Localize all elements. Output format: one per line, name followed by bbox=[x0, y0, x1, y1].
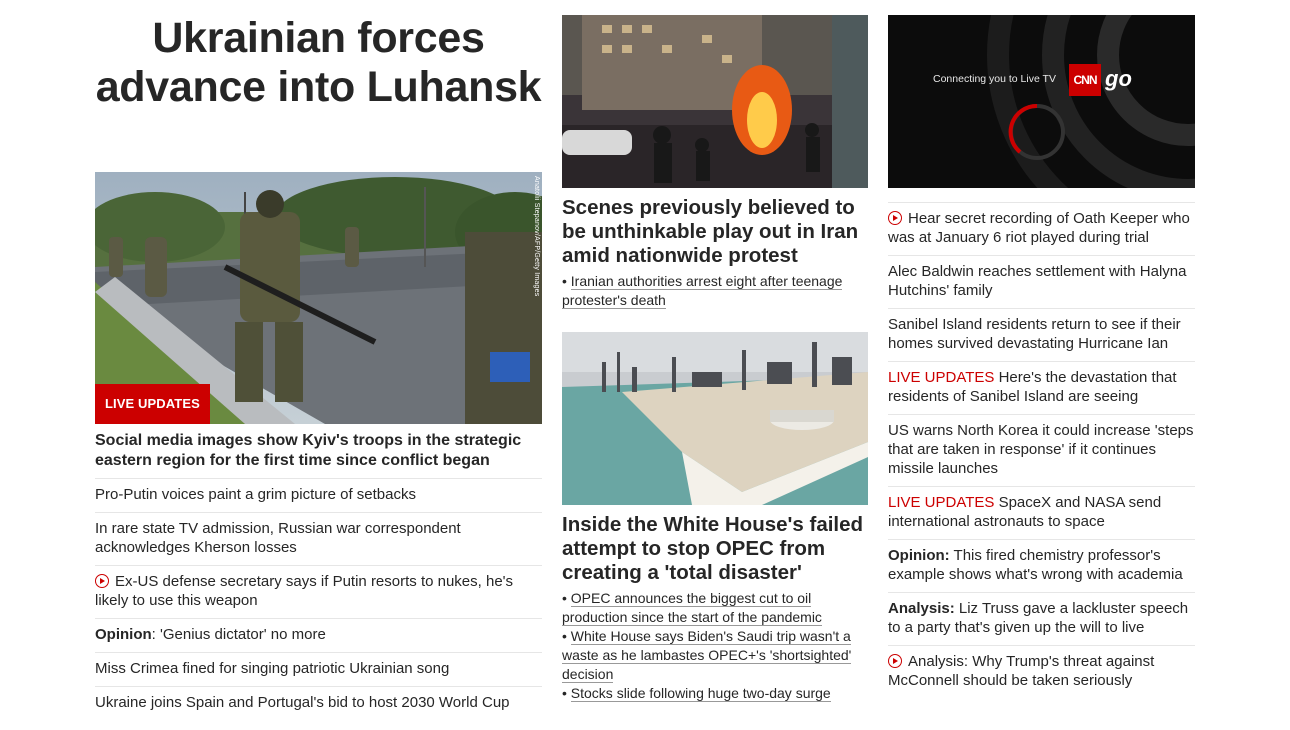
list-item[interactable]: LIVE UPDATES Here's the devastation that… bbox=[888, 361, 1195, 414]
list-item[interactable]: • OPEC announces the biggest cut to oil … bbox=[562, 589, 868, 627]
go-logo: go bbox=[1105, 66, 1132, 91]
list-item[interactable]: Ukraine joins Spain and Portugal's bid t… bbox=[95, 686, 542, 720]
list-item[interactable]: Opinion: This fired chemistry professor'… bbox=[888, 539, 1195, 592]
link-text[interactable]: US warns North Korea it could increase '… bbox=[888, 422, 1194, 477]
opec-bullets: • OPEC announces the biggest cut to oil … bbox=[562, 589, 868, 703]
main-headline[interactable]: Ukrainian forces advance into Luhansk bbox=[95, 0, 542, 111]
iran-bullets: • Iranian authorities arrest eight after… bbox=[562, 272, 868, 310]
link-text[interactable]: Sanibel Island residents return to see i… bbox=[888, 316, 1181, 352]
main-story-photo[interactable]: LIVE UPDATES Anatolii Stepanov/AFP/Getty… bbox=[95, 172, 542, 424]
list-item[interactable]: Analysis: Why Trump's threat against McC… bbox=[888, 645, 1195, 698]
list-item[interactable]: • White House says Biden's Saudi trip wa… bbox=[562, 627, 868, 684]
list-item[interactable]: Sanibel Island residents return to see i… bbox=[888, 308, 1195, 361]
play-icon bbox=[95, 574, 109, 588]
link-text[interactable]: Analysis: Why Trump's threat against McC… bbox=[888, 653, 1154, 689]
live-tv-player[interactable]: Connecting you to Live TV CNN go bbox=[888, 15, 1195, 188]
loading-spinner-icon bbox=[1008, 103, 1065, 160]
opinion-label: Opinion: bbox=[888, 547, 950, 564]
list-item[interactable]: Ex-US defense secretary says if Putin re… bbox=[95, 565, 542, 618]
link-text[interactable]: White House says Biden's Saudi trip wasn… bbox=[562, 628, 852, 683]
list-item[interactable]: LIVE UPDATES SpaceX and NASA send intern… bbox=[888, 486, 1195, 539]
link-text[interactable]: Pro-Putin voices paint a grim picture of… bbox=[95, 486, 416, 503]
link-text[interactable]: Iranian authorities arrest eight after t… bbox=[562, 273, 843, 309]
cnn-logo-icon: CNN bbox=[1069, 64, 1101, 96]
protest-photo bbox=[562, 15, 868, 188]
link-text[interactable]: : 'Genius dictator' no more bbox=[152, 626, 326, 643]
opec-story-title[interactable]: Inside the White House's failed attempt … bbox=[562, 513, 868, 585]
list-item[interactable]: Alec Baldwin reaches settlement with Hal… bbox=[888, 255, 1195, 308]
link-text[interactable]: Miss Crimea fined for singing patriotic … bbox=[95, 660, 449, 677]
link-text[interactable]: OPEC announces the biggest cut to oil pr… bbox=[562, 590, 822, 626]
link-text[interactable]: Stocks slide following huge two-day surg… bbox=[570, 685, 831, 702]
link-text[interactable]: Hear secret recording of Oath Keeper who… bbox=[888, 210, 1190, 246]
opinion-label: Opinion bbox=[95, 626, 152, 643]
link-text[interactable]: Alec Baldwin reaches settlement with Hal… bbox=[888, 263, 1186, 299]
live-updates-badge[interactable]: LIVE UPDATES bbox=[95, 384, 210, 424]
sidebar-list: Hear secret recording of Oath Keeper who… bbox=[888, 202, 1195, 698]
list-item[interactable]: Pro-Putin voices paint a grim picture of… bbox=[95, 478, 542, 512]
opec-photo[interactable] bbox=[562, 332, 868, 505]
list-item[interactable]: Analysis: Liz Truss gave a lackluster sp… bbox=[888, 592, 1195, 645]
refinery-photo bbox=[562, 332, 868, 505]
iran-protest-photo[interactable] bbox=[562, 15, 868, 188]
main-story-column: Ukrainian forces advance into Luhansk LI… bbox=[95, 0, 542, 711]
play-icon bbox=[888, 654, 902, 668]
link-text[interactable]: Ukraine joins Spain and Portugal's bid t… bbox=[95, 694, 510, 711]
related-links-list: Pro-Putin voices paint a grim picture of… bbox=[95, 478, 542, 720]
photo-credit: Anatolii Stepanov/AFP/Getty Images bbox=[533, 176, 540, 297]
connecting-text: Connecting you to Live TV bbox=[933, 73, 1056, 85]
list-item[interactable]: Hear secret recording of Oath Keeper who… bbox=[888, 202, 1195, 255]
analysis-label: Analysis: bbox=[888, 600, 955, 617]
link-text[interactable]: In rare state TV admission, Russian war … bbox=[95, 520, 461, 556]
live-updates-label: LIVE UPDATES bbox=[888, 494, 995, 511]
list-item[interactable]: Miss Crimea fined for singing patriotic … bbox=[95, 652, 542, 686]
list-item[interactable]: Opinion: 'Genius dictator' no more bbox=[95, 618, 542, 652]
list-item[interactable]: • Iranian authorities arrest eight after… bbox=[562, 272, 868, 310]
link-text[interactable]: Ex-US defense secretary says if Putin re… bbox=[95, 573, 513, 609]
live-updates-label: LIVE UPDATES bbox=[888, 369, 995, 386]
list-item[interactable]: In rare state TV admission, Russian war … bbox=[95, 512, 542, 565]
list-item[interactable]: • Stocks slide following huge two-day su… bbox=[562, 684, 868, 703]
list-item[interactable]: US warns North Korea it could increase '… bbox=[888, 414, 1195, 486]
play-icon bbox=[888, 211, 902, 225]
main-story-caption[interactable]: Social media images show Kyiv's troops i… bbox=[95, 431, 542, 471]
iran-story-title[interactable]: Scenes previously believed to be unthink… bbox=[562, 196, 868, 268]
